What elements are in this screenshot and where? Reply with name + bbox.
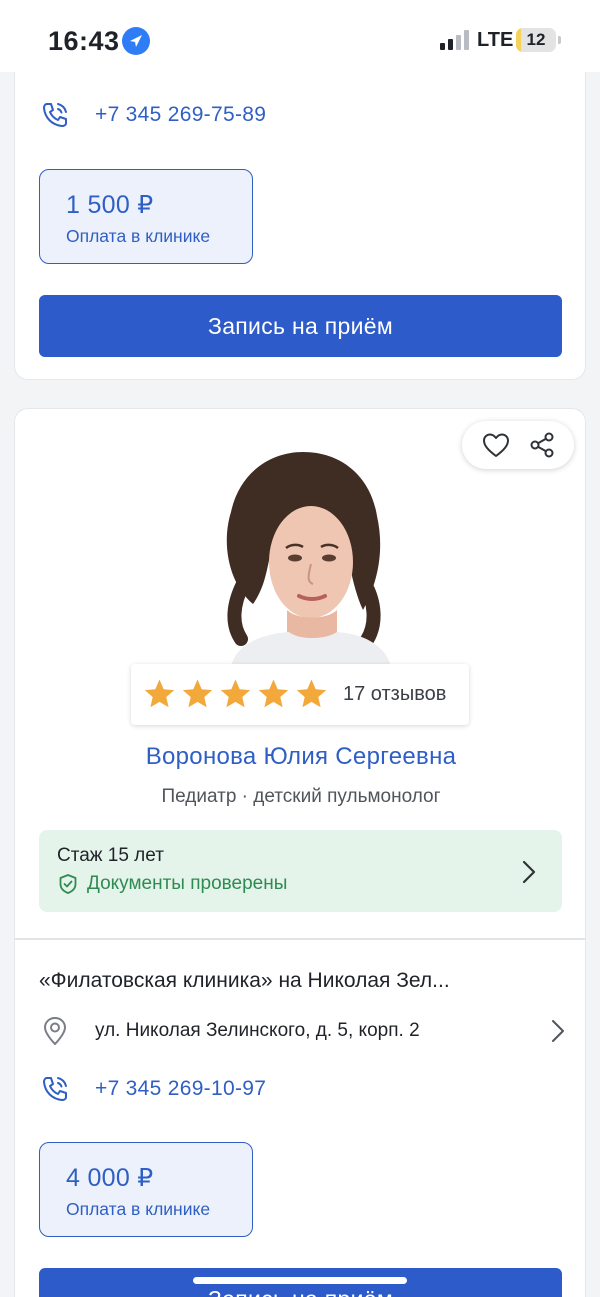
- chevron-right-icon[interactable]: [551, 1019, 565, 1043]
- status-time: 16:43: [48, 26, 120, 56]
- phone-link[interactable]: +7 345 269-75-89: [95, 103, 266, 127]
- doctor-photo[interactable]: [191, 434, 419, 666]
- network-type: LTE: [477, 29, 514, 51]
- chevron-right-icon: [522, 860, 536, 884]
- experience-text: Стаж 15 лет: [57, 845, 164, 866]
- star-icon: [182, 679, 213, 708]
- doctor-name[interactable]: Воронова Юлия Сергеевна: [15, 743, 587, 771]
- price-value: 4 000 ₽: [66, 1164, 154, 1192]
- price-note: Оплата в клинике: [66, 1199, 211, 1219]
- clinic-price-option[interactable]: 4 000 ₽ Оплата в клинике: [39, 1142, 253, 1237]
- section-divider: [15, 938, 585, 940]
- phone-icon: [43, 103, 67, 127]
- price-option[interactable]: 1 500 ₽ Оплата в клинике: [39, 169, 253, 264]
- verified-label: Документы проверены: [87, 873, 288, 894]
- phone-icon: [43, 1077, 67, 1101]
- price-note: Оплата в клинике: [66, 226, 211, 246]
- star-icon: [144, 679, 175, 708]
- map-pin-icon: [44, 1017, 66, 1045]
- star-icon: [296, 679, 327, 708]
- battery-level: 12: [526, 30, 546, 49]
- doctor-specialty: Педиатр · детский пульмонолог: [161, 786, 441, 807]
- doctor-card: 17 отзывов Воронова Юлия Сергеевна Педиа…: [14, 408, 586, 1297]
- rating-stars: [143, 678, 333, 711]
- rating-summary[interactable]: 17 отзывов: [131, 664, 469, 725]
- location-arrow-icon: [122, 27, 150, 55]
- phone-row[interactable]: +7 345 269-75-89: [39, 99, 266, 131]
- address-row[interactable]: ул. Николая Зелинского, д. 5, корп. 2: [39, 1015, 420, 1047]
- book-appointment-button[interactable]: Запись на приём: [39, 295, 562, 357]
- card-actions: [462, 421, 574, 469]
- verified-row: Документы проверены: [57, 873, 562, 895]
- signal-icon: [440, 30, 470, 50]
- status-bar: 16:43 LTE 12: [0, 0, 600, 72]
- clinic-name[interactable]: «Филатовская клиника» на Николая Зел...: [39, 969, 559, 993]
- home-indicator: [193, 1277, 407, 1284]
- battery-icon: 12: [516, 28, 556, 52]
- clinic-address: ул. Николая Зелинского, д. 5, корп. 2: [95, 1020, 420, 1041]
- experience-banner[interactable]: Стаж 15 лет Документы проверены: [39, 830, 562, 912]
- share-icon[interactable]: [528, 431, 556, 459]
- star-icon: [220, 679, 251, 708]
- star-icon: [258, 679, 289, 708]
- heart-icon[interactable]: [481, 431, 511, 459]
- shield-check-icon: [59, 874, 77, 894]
- reviews-count: 17 отзывов: [343, 683, 447, 705]
- price-value: 1 500 ₽: [66, 191, 154, 219]
- clinic-phone-link[interactable]: +7 345 269-10-97: [95, 1077, 266, 1101]
- clinic-phone-row[interactable]: +7 345 269-10-97: [39, 1073, 266, 1105]
- battery-tip: [558, 36, 561, 44]
- previous-doctor-card: +7 345 269-75-89 1 500 ₽ Оплата в клиник…: [14, 30, 586, 380]
